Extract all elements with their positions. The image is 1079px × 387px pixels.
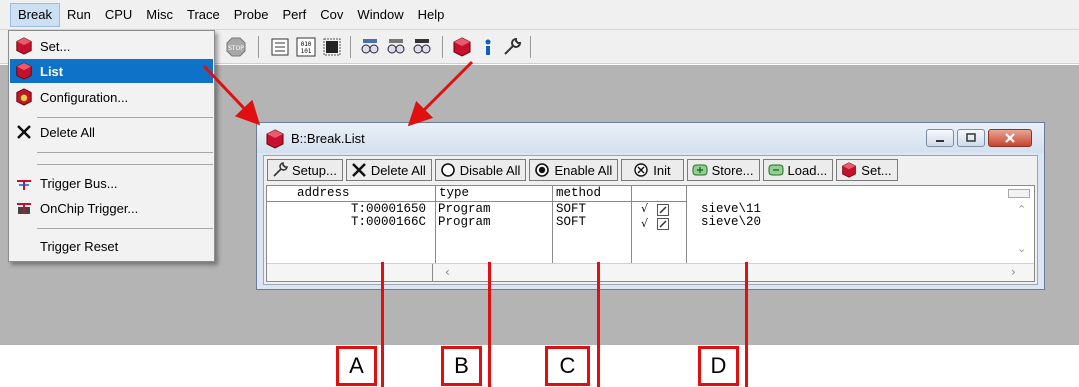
callout-line-b <box>488 262 491 387</box>
callout-label-b: B <box>441 346 482 386</box>
callout-label-c: C <box>545 346 590 386</box>
callout-line-a <box>381 262 384 387</box>
callout-line-c <box>597 262 600 387</box>
callout-line-d <box>745 262 748 387</box>
callout-label-d: D <box>698 346 739 386</box>
arrow-to-window-icon <box>202 64 261 126</box>
callout-arrows-overlay <box>202 60 474 127</box>
callout-label-a: A <box>336 346 377 386</box>
arrow-to-window-title <box>407 60 474 127</box>
screen: Break Run CPU Misc Trace Probe Perf Cov … <box>0 0 1079 387</box>
